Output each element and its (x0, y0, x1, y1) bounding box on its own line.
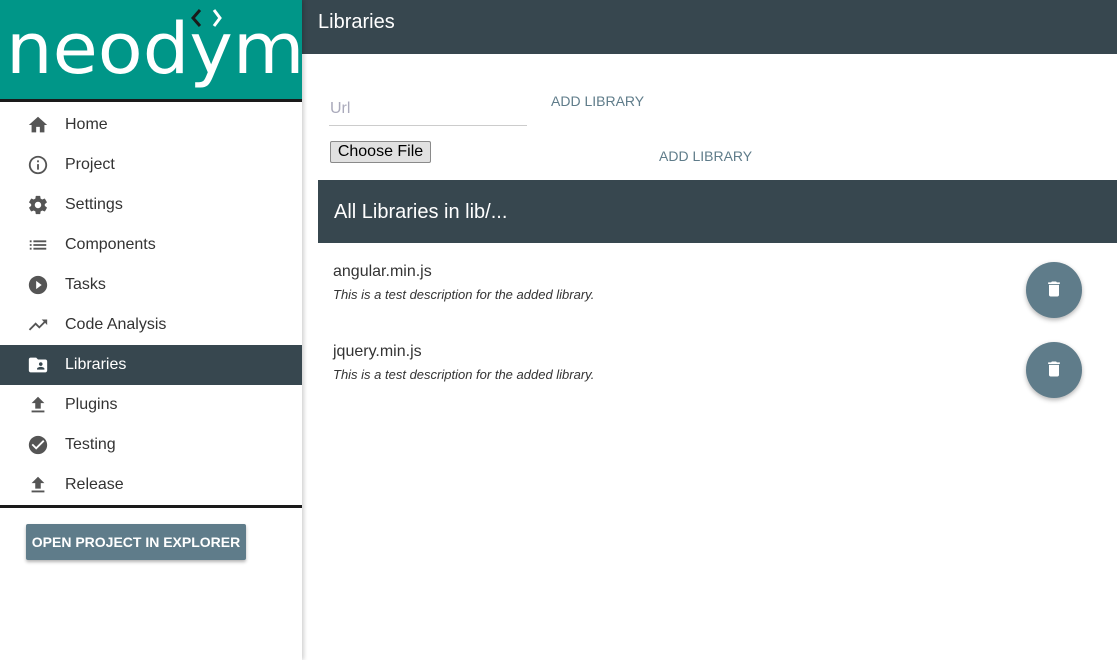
sidebar-item-testing[interactable]: Testing (0, 425, 302, 465)
sidebar-item-code-analysis[interactable]: Code Analysis (0, 305, 302, 345)
sidebar-item-label: Testing (65, 436, 116, 453)
library-description: This is a test description for the added… (333, 367, 595, 382)
upload-icon (26, 393, 50, 417)
url-input[interactable] (329, 92, 527, 126)
sidebar-divider (0, 505, 302, 508)
library-description: This is a test description for the added… (333, 287, 595, 302)
sidebar: neodym Home Project Settings Components … (0, 0, 302, 660)
delete-library-button[interactable] (1026, 342, 1082, 398)
sidebar-item-label: Libraries (65, 356, 127, 373)
sidebar-item-settings[interactable]: Settings (0, 185, 302, 225)
home-icon (26, 113, 50, 137)
sidebar-item-tasks[interactable]: Tasks (0, 265, 302, 305)
sidebar-item-label: Release (65, 476, 124, 493)
neodym-logo: neodym (0, 0, 302, 102)
sidebar-item-label: Plugins (65, 396, 118, 413)
library-name: jquery.min.js (333, 343, 422, 360)
gear-icon (26, 193, 50, 217)
sidebar-item-components[interactable]: Components (0, 225, 302, 265)
trash-icon (1044, 359, 1064, 382)
add-library-url-button[interactable]: ADD LIBRARY (551, 93, 644, 109)
sidebar-item-label: Code Analysis (65, 316, 167, 333)
choose-file-button[interactable]: Choose File (330, 141, 431, 163)
folder-user-icon (26, 353, 50, 377)
sidebar-item-label: Components (65, 236, 156, 253)
trash-icon (1044, 279, 1064, 302)
sidebar-item-label: Settings (65, 196, 123, 213)
libraries-section-header: All Libraries in lib/... (318, 180, 1117, 243)
info-icon (26, 153, 50, 177)
delete-library-button[interactable] (1026, 262, 1082, 318)
upload-icon (26, 473, 50, 497)
list-item: angular.min.js This is a test descriptio… (318, 243, 1117, 323)
play-circle-icon (26, 273, 50, 297)
sidebar-item-label: Project (65, 156, 115, 173)
logo-text: neodym (6, 8, 302, 90)
sidebar-item-label: Home (65, 116, 108, 133)
sidebar-item-plugins[interactable]: Plugins (0, 385, 302, 425)
sidebar-item-home[interactable]: Home (0, 105, 302, 145)
page-title: Libraries (302, 0, 1117, 54)
sidebar-item-label: Tasks (65, 276, 106, 293)
check-circle-icon (26, 433, 50, 457)
trending-up-icon (26, 313, 50, 337)
sidebar-item-project[interactable]: Project (0, 145, 302, 185)
list-icon (26, 233, 50, 257)
library-name: angular.min.js (333, 263, 432, 280)
library-list: angular.min.js This is a test descriptio… (318, 243, 1117, 403)
add-library-file-button[interactable]: ADD LIBRARY (659, 148, 752, 164)
sidebar-nav: Home Project Settings Components Tasks C… (0, 105, 302, 505)
sidebar-item-libraries[interactable]: Libraries (0, 345, 302, 385)
sidebar-item-release[interactable]: Release (0, 465, 302, 505)
list-item: jquery.min.js This is a test description… (318, 323, 1117, 403)
open-project-in-explorer-button[interactable]: OPEN PROJECT IN EXPLORER (26, 524, 246, 560)
